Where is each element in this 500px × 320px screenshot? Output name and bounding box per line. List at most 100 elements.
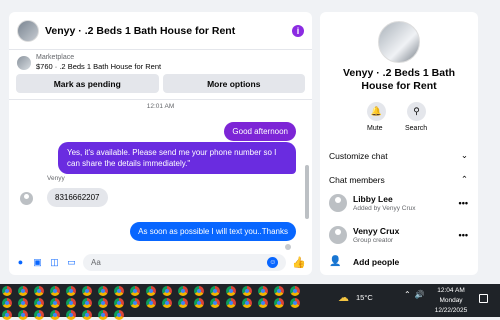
chrome-icon[interactable]	[66, 286, 76, 296]
temperature: 15°C	[356, 292, 373, 302]
chrome-icon[interactable]	[82, 286, 92, 296]
taskbar-clock[interactable]: 12:04 AM Monday 12/22/2025	[432, 286, 470, 316]
chrome-icon[interactable]	[50, 298, 60, 308]
chrome-icon[interactable]	[82, 298, 92, 308]
clock-time: 12:04 AM	[437, 287, 465, 294]
chrome-icon[interactable]	[66, 298, 76, 308]
message-scrollbar[interactable]	[305, 165, 309, 219]
more-options-icon[interactable]: •••	[459, 230, 468, 240]
chrome-icon[interactable]	[226, 298, 236, 308]
message-bubble-outgoing[interactable]: As soon as possible I will text you..Tha…	[130, 222, 296, 241]
message-bubble-incoming[interactable]: 8316662207	[47, 188, 108, 207]
chevron-up-icon[interactable]: ⌃	[404, 290, 411, 299]
chrome-icon[interactable]	[34, 286, 44, 296]
emoji-icon[interactable]: ☺	[267, 256, 279, 268]
chrome-icon[interactable]	[98, 310, 108, 320]
conversation-details-panel: Venyy · .2 Beds 1 Bath House for Rent 🔔 …	[320, 12, 478, 275]
chrome-icon[interactable]	[50, 286, 60, 296]
chrome-icon[interactable]	[290, 298, 300, 308]
chrome-icon[interactable]	[2, 298, 12, 308]
chrome-icon[interactable]	[146, 286, 156, 296]
chat-avatar[interactable]	[17, 19, 39, 42]
chrome-icon[interactable]	[50, 310, 60, 320]
search-label: Search	[405, 125, 428, 132]
chrome-icon[interactable]	[114, 298, 124, 308]
message-timestamp: 12:01 AM	[146, 103, 175, 110]
chrome-icon[interactable]	[162, 298, 172, 308]
info-icon[interactable]: i	[292, 24, 304, 37]
group-avatar[interactable]	[378, 21, 420, 63]
chrome-icon[interactable]	[178, 286, 188, 296]
chrome-icon[interactable]	[242, 286, 252, 296]
chrome-icon[interactable]	[66, 310, 76, 320]
chrome-icon[interactable]	[258, 298, 268, 308]
member-item[interactable]: Libby Lee Added by Venyy Crux •••	[329, 194, 468, 212]
add-people-button[interactable]: 👤 Add people	[329, 256, 399, 268]
message-input[interactable]: Aa ☺	[83, 253, 287, 271]
weather-widget[interactable]: ☁ 15°C	[338, 291, 373, 304]
sticker-icon[interactable]: ◫	[49, 257, 60, 268]
chrome-icon[interactable]	[130, 286, 140, 296]
member-name: Libby Lee	[353, 194, 393, 204]
volume-icon[interactable]: 🔊	[415, 290, 425, 299]
chevron-down-icon: ⌄	[460, 150, 468, 160]
chrome-icon[interactable]	[98, 298, 108, 308]
message-list[interactable]: 12:01 AM Good afternoon Yes, it's availa…	[9, 99, 312, 250]
weather-icon: ☁	[338, 292, 349, 304]
gif-icon[interactable]: ▭	[66, 257, 77, 268]
chrome-icon[interactable]	[226, 286, 236, 296]
customize-chat-row[interactable]: Customize chat ⌄	[329, 150, 468, 161]
chrome-icon[interactable]	[18, 286, 28, 296]
chrome-icon[interactable]	[2, 310, 12, 320]
chrome-icon[interactable]	[178, 298, 188, 308]
chrome-icon[interactable]	[82, 310, 92, 320]
add-people-label: Add people	[353, 257, 400, 267]
message-bubble-outgoing[interactable]: Yes, it's available. Please send me your…	[58, 142, 296, 174]
notification-icon[interactable]	[479, 294, 488, 303]
member-avatar	[329, 226, 347, 244]
marketplace-listing[interactable]: Marketplace $760 · .2 Beds 1 Bath House …	[9, 50, 312, 74]
chat-title[interactable]: Venyy · .2 Beds 1 Bath House for Rent	[45, 25, 292, 37]
chrome-icon[interactable]	[34, 310, 44, 320]
chrome-icon[interactable]	[194, 298, 204, 308]
chat-members-row[interactable]: Chat members ⌃	[329, 174, 468, 185]
chrome-icon[interactable]	[34, 298, 44, 308]
clock-day: Monday	[439, 297, 463, 304]
clock-date: 12/22/2025	[434, 307, 468, 314]
chrome-icon[interactable]	[274, 298, 284, 308]
chrome-icon[interactable]	[114, 286, 124, 296]
bell-icon[interactable]: 🔔	[367, 102, 386, 121]
mark-as-pending-button[interactable]: Mark as pending	[16, 74, 159, 93]
chrome-icon[interactable]	[98, 286, 108, 296]
chrome-icon[interactable]	[194, 286, 204, 296]
chrome-icon[interactable]	[2, 286, 12, 296]
chrome-icon[interactable]	[210, 286, 220, 296]
system-tray: ⌃ 🔊	[404, 290, 425, 299]
chrome-icon[interactable]	[274, 286, 284, 296]
chrome-icon[interactable]	[210, 298, 220, 308]
chrome-icon[interactable]	[290, 286, 300, 296]
search-icon[interactable]: ⚲	[407, 102, 426, 121]
thumbs-up-icon[interactable]: 👍	[292, 256, 306, 269]
member-item[interactable]: Venyy Crux Group creator •••	[329, 226, 468, 244]
chrome-icon[interactable]	[146, 298, 156, 308]
chrome-icon[interactable]	[242, 298, 252, 308]
taskbar	[0, 284, 500, 320]
more-options-icon[interactable]: •••	[459, 198, 468, 208]
message-input-placeholder: Aa	[91, 257, 101, 267]
message-bubble-outgoing[interactable]: Good afternoon	[224, 122, 296, 141]
chrome-icon[interactable]	[18, 298, 28, 308]
member-subtitle: Group creator	[353, 237, 394, 244]
microphone-icon[interactable]: ●	[15, 257, 26, 268]
chrome-icon[interactable]	[18, 310, 28, 320]
conversation-title: Venyy · .2 Beds 1 Bath House for Rent	[342, 67, 456, 92]
chrome-icon[interactable]	[114, 310, 124, 320]
sender-avatar[interactable]	[20, 192, 33, 205]
chrome-icon[interactable]	[130, 298, 140, 308]
chrome-icon[interactable]	[162, 286, 172, 296]
listing-text: $760 · .2 Beds 1 Bath House for Rent	[36, 62, 162, 71]
image-icon[interactable]: ▣	[32, 257, 43, 268]
more-options-button[interactable]: More options	[162, 74, 305, 93]
chrome-icon[interactable]	[258, 286, 268, 296]
chevron-up-icon: ⌃	[460, 174, 468, 184]
